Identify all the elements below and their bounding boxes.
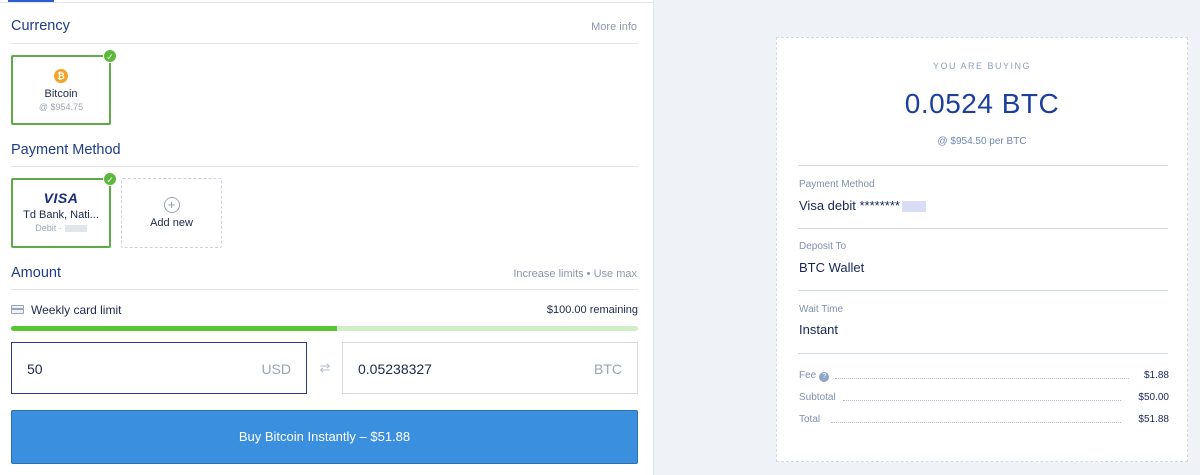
redacted-digits — [901, 201, 926, 213]
fee-label-wrap: Fee? — [799, 370, 834, 382]
selected-check-icon: ✓ — [103, 172, 117, 186]
weekly-limit-progress-fill — [11, 326, 338, 331]
leader-dots — [835, 378, 1129, 379]
buying-rate: @ $954.50 per BTC — [937, 136, 1027, 147]
leader-dots — [831, 422, 1121, 423]
buy-form-panel: Currency More info ✓ ₿ Bitcoin @ $954.75… — [0, 0, 654, 475]
usd-unit-label: USD — [261, 361, 291, 377]
help-question-icon[interactable]: ? — [819, 372, 830, 382]
subtotal-label: Subtotal — [799, 392, 840, 403]
total-value: $51.88 — [1134, 414, 1169, 425]
limit-links[interactable]: Increase limits • Use max — [513, 268, 637, 280]
add-payment-method-button[interactable]: + Add new — [121, 178, 222, 248]
credit-card-icon — [11, 305, 24, 314]
payment-divider — [11, 166, 638, 167]
order-summary-card: YOU ARE BUYING 0.0524 BTC @ $954.50 per … — [776, 37, 1188, 462]
buying-amount: 0.0524 BTC — [904, 88, 1060, 119]
swap-arrows-icon[interactable]: ⇄ — [316, 360, 334, 376]
total-row: Total $51.88 — [799, 414, 1169, 428]
plus-circle-icon: + — [163, 197, 180, 213]
you-are-buying-label: YOU ARE BUYING — [932, 61, 1032, 71]
weekly-limit-row: Weekly card limit $100.00 remaining — [11, 302, 638, 318]
payment-method-value: Visa debit ******** — [799, 198, 926, 213]
summary-divider — [798, 353, 1168, 354]
payment-bank-name: Td Bank, Nati... — [23, 209, 99, 221]
deposit-to-value: BTC Wallet — [799, 260, 865, 275]
btc-amount-field[interactable]: BTC — [342, 342, 638, 394]
payment-option-visa[interactable]: ✓ VISA Td Bank, Nati... Debit · — [11, 172, 117, 248]
weekly-limit-label: Weekly card limit — [31, 303, 122, 317]
leader-dots — [843, 400, 1121, 401]
payment-type: Debit · — [13, 223, 109, 233]
summary-divider — [798, 228, 1168, 229]
subtotal-row: Subtotal $50.00 — [799, 392, 1169, 406]
currency-name: Bitcoin — [44, 88, 78, 100]
add-new-label: Add new — [150, 217, 193, 229]
total-label: Total — [799, 414, 825, 425]
summary-divider — [798, 290, 1168, 291]
usd-amount-input[interactable] — [27, 359, 217, 379]
amount-divider — [11, 289, 638, 290]
weekly-limit-progress — [11, 326, 638, 331]
payment-section-title: Payment Method — [11, 142, 121, 158]
deposit-to-label: Deposit To — [799, 241, 847, 252]
bitcoin-icon: ₿ — [54, 69, 68, 83]
limit-remaining: $100.00 remaining — [546, 304, 638, 316]
wait-time-value: Instant — [799, 322, 839, 337]
subtotal-value: $50.00 — [1134, 392, 1169, 403]
btc-amount-input[interactable] — [358, 359, 548, 379]
btc-unit-label: BTC — [594, 361, 622, 377]
summary-divider — [798, 165, 1168, 166]
currency-section-title: Currency — [11, 18, 70, 34]
selected-check-icon: ✓ — [103, 49, 117, 63]
buy-bitcoin-button[interactable]: Buy Bitcoin Instantly – $51.88 — [11, 410, 638, 464]
usd-amount-field[interactable]: USD — [11, 342, 307, 394]
currency-option-bitcoin[interactable]: ✓ ₿ Bitcoin @ $954.75 — [11, 49, 117, 125]
payment-method-label: Payment Method — [799, 179, 875, 190]
fee-value: $1.88 — [1139, 370, 1169, 381]
visa-logo-icon: VISA — [43, 190, 79, 206]
wait-time-label: Wait Time — [799, 304, 844, 315]
top-border — [0, 2, 654, 3]
fee-row: Fee? $1.88 — [799, 370, 1169, 384]
redacted-digits — [64, 225, 87, 233]
more-info-link[interactable]: More info — [591, 21, 637, 33]
currency-price: @ $954.75 — [38, 102, 84, 112]
currency-divider — [11, 43, 638, 44]
fee-label: Fee — [799, 370, 817, 381]
amount-section-title: Amount — [11, 265, 61, 281]
